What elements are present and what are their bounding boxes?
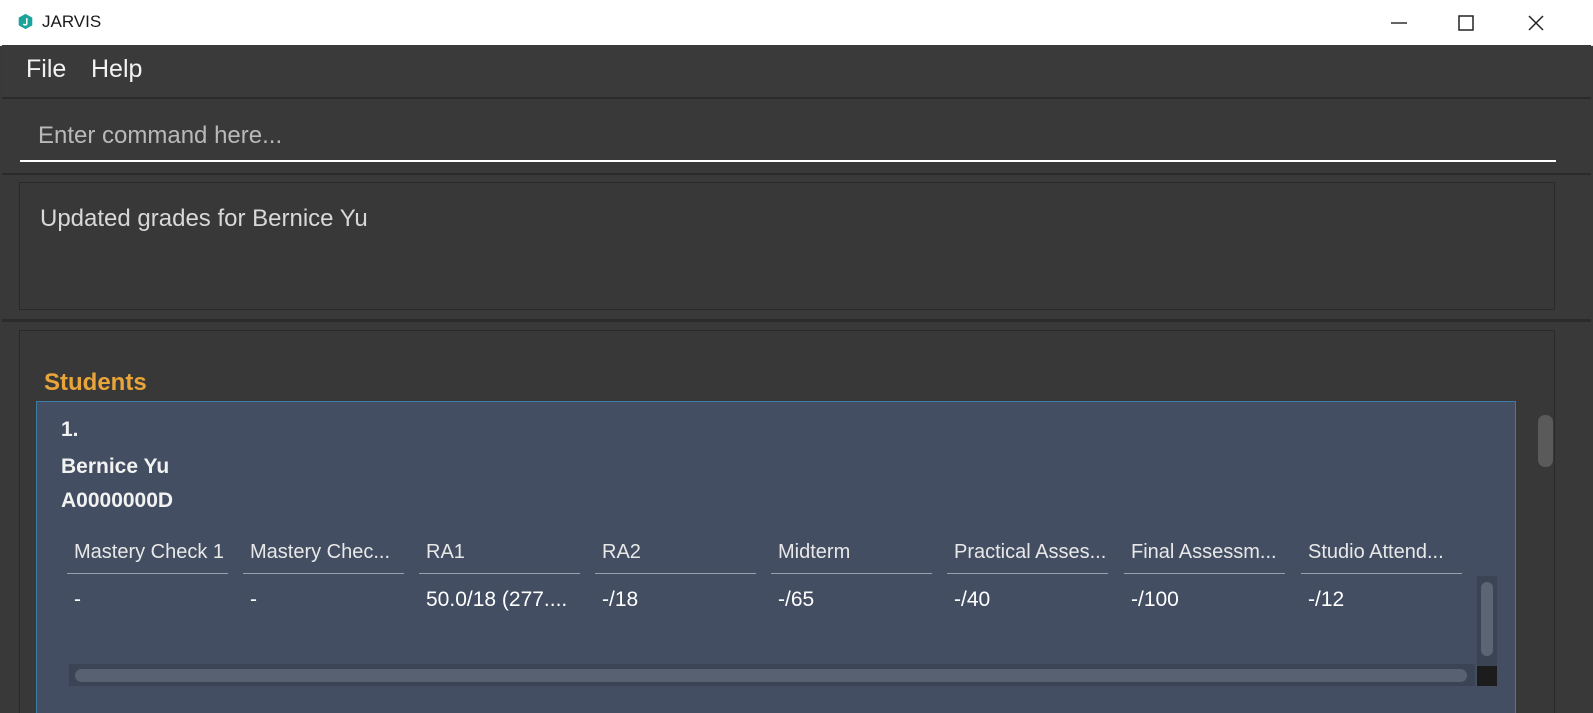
grade-column: Practical Asses... -/40 [947,530,1108,640]
students-list-scrollbar[interactable] [1538,411,1555,713]
result-box: Updated grades for Bernice Yu [19,182,1555,310]
title-bar: JARVIS [0,0,1593,46]
grade-header-ra1[interactable]: RA1 [419,530,580,574]
grade-header-mastery-check-2[interactable]: Mastery Chec... [243,530,404,574]
minimize-icon [1391,21,1407,24]
result-display: Updated grades for Bernice Yu [2,175,1591,322]
grades-horizontal-scroll-thumb[interactable] [75,669,1467,682]
grades-vertical-scroll-thumb[interactable] [1481,582,1493,656]
grade-column: Midterm -/65 [771,530,932,640]
grade-header-final-assessment[interactable]: Final Assessm... [1124,530,1285,574]
minimize-button[interactable] [1365,0,1433,45]
grade-value-mastery-check-2: - [250,588,257,611]
jarvis-window: JARVIS File Help Updated grades for Bern… [0,0,1593,713]
grade-value-ra2: -/18 [602,588,639,611]
student-name: Bernice Yu [61,455,170,478]
menu-file[interactable]: File [26,55,66,84]
close-button[interactable] [1502,0,1570,45]
student-matric: A0000000D [61,489,174,512]
result-message: Updated grades for Bernice Yu [40,205,368,232]
grade-column: Studio Attend... -/12 [1301,530,1462,640]
close-icon [1528,14,1544,31]
grade-value-ra1: 50.0/18 (277.... [426,588,568,611]
grades-horizontal-scrollbar[interactable] [69,664,1475,686]
grade-column: Final Assessm... -/100 [1124,530,1285,640]
students-section: Students 1. Bernice Yu A0000000D Mastery… [2,322,1591,713]
command-input[interactable] [20,112,1556,162]
grades-vertical-scrollbar[interactable] [1477,576,1497,666]
grade-value-mastery-check-1: - [74,588,81,611]
grade-value-midterm: -/65 [778,588,815,611]
scrollbar-corner [1477,666,1497,686]
students-list-scroll-thumb[interactable] [1538,415,1553,467]
window-title: JARVIS [42,12,102,31]
grade-value-final-assessment: -/100 [1131,588,1179,611]
menu-bar: File Help [2,45,1591,99]
grade-header-midterm[interactable]: Midterm [771,530,932,574]
student-card[interactable]: 1. Bernice Yu A0000000D Mastery Check 1 … [36,401,1516,713]
students-title: Students [44,369,147,396]
grade-column: RA1 50.0/18 (277.... [419,530,580,640]
grade-column: Mastery Check 1 - [67,530,228,640]
grade-header-practical-assessment[interactable]: Practical Asses... [947,530,1108,574]
grades-table: Mastery Check 1 - Mastery Chec... - RA1 … [67,530,1472,640]
students-panel: Students 1. Bernice Yu A0000000D Mastery… [19,330,1555,713]
maximize-icon [1458,14,1474,31]
menu-help[interactable]: Help [91,55,142,84]
jarvis-app-icon [18,13,33,30]
command-box [2,99,1591,175]
student-index: 1. [61,418,79,441]
maximize-button[interactable] [1432,0,1500,45]
grade-value-studio-attendance: -/12 [1308,588,1345,611]
grade-value-practical-assessment: -/40 [954,588,991,611]
grade-header-mastery-check-1[interactable]: Mastery Check 1 [67,530,228,574]
grade-header-ra2[interactable]: RA2 [595,530,756,574]
grade-header-studio-attendance[interactable]: Studio Attend... [1301,530,1462,574]
grade-column: Mastery Chec... - [243,530,404,640]
grade-column: RA2 -/18 [595,530,756,640]
